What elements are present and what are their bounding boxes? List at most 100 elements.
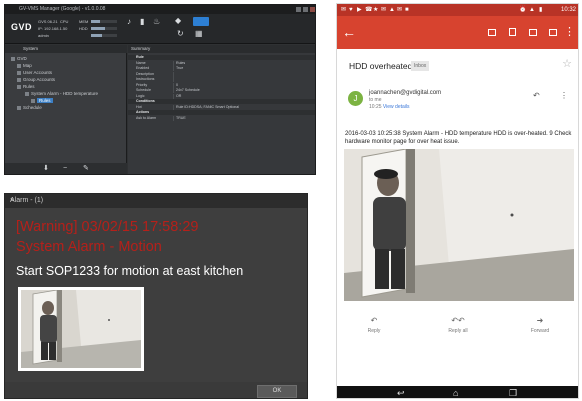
inbox-label-badge[interactable]: Inbox <box>411 61 430 71</box>
property-section-row[interactable]: Conditions <box>128 99 315 104</box>
more-vert-icon[interactable]: ⋮ <box>564 25 575 39</box>
tree-item-schedule[interactable]: Schedule <box>17 105 42 111</box>
tree-label: Map <box>23 63 32 68</box>
alarm-clock-icon: ⏰ <box>519 7 527 13</box>
reply-icon[interactable]: ↶ <box>533 91 540 100</box>
bell-icon[interactable]: ♨ <box>153 17 160 27</box>
property-value: TRUE <box>176 115 186 120</box>
forward-icon: ➜ <box>536 316 544 325</box>
property-row[interactable]: Priority 0 <box>128 82 315 88</box>
stat-hdd: HDD <box>79 26 88 31</box>
minimize-icon[interactable] <box>296 7 301 12</box>
notification-icon: ☎ <box>365 7 373 13</box>
mail-icon[interactable] <box>529 29 537 36</box>
column-divider <box>173 66 174 71</box>
ok-button[interactable]: OK <box>257 385 297 398</box>
tree-item-group-accounts[interactable]: Group Accounts <box>17 77 55 83</box>
reply-button[interactable]: ↶ Reply <box>349 316 399 335</box>
reply-icon: ↶ <box>370 316 378 325</box>
volume-icon[interactable]: ♪ <box>127 17 131 27</box>
view-details-link[interactable]: View details <box>383 104 410 110</box>
alarm-dialog: Alarm - (1) × [Warning] 03/02/15 17:58:2… <box>4 193 308 399</box>
more-vert-icon[interactable]: ⋮ <box>560 91 568 100</box>
edit-icon[interactable]: ✎ <box>83 164 89 174</box>
sent-time-line: 10:25 View details <box>369 104 410 111</box>
alarm-footer: OK <box>5 382 307 398</box>
tree-item-map[interactable]: Map <box>17 63 32 69</box>
property-value: Rules <box>176 60 186 65</box>
close-icon[interactable]: × <box>10 194 305 208</box>
notification-icon: ▶ <box>357 7 362 13</box>
close-icon[interactable] <box>310 7 315 12</box>
tree-item-rules[interactable]: Rules <box>17 84 35 90</box>
property-key: Description <box>136 71 154 76</box>
property-key: Name <box>136 60 146 65</box>
vms-manager-window: GV-VMS Manager (Google) - v1.0.0.08 GVD … <box>4 4 316 175</box>
stat-gvs: GVS 06.21 <box>38 19 58 24</box>
archive-icon[interactable] <box>488 29 496 36</box>
vms-window-title: GV-VMS Manager (Google) - v1.0.0.08 <box>19 6 106 12</box>
back-arrow-icon[interactable]: ← <box>342 24 356 40</box>
property-key: Ask to Alarm <box>136 115 157 120</box>
signal-icon: ▲ <box>529 7 535 13</box>
android-status-bar: ✉ ♥ ▶ ☎ ★ ✉ ▲ ✉ ■ ⏰ ▲ ▮ 10:32 <box>337 4 578 16</box>
tree-item-rules-selected[interactable]: Rules <box>31 98 53 104</box>
property-key: Priority <box>136 82 148 87</box>
property-value: 0 <box>176 82 178 87</box>
download-icon[interactable]: ⬇ <box>43 164 49 174</box>
tree-label: Rules <box>23 84 35 89</box>
email-subject: HDD overheated <box>349 61 413 71</box>
tree-item-hdd-rule[interactable]: System Alarm - HDD temperature <box>25 91 98 97</box>
tree-item-user-accounts[interactable]: User Accounts <box>17 70 52 76</box>
property-section-row[interactable]: Actions <box>128 110 315 115</box>
email-action-bar: ↶ Reply ↶↶ Reply all ➜ Forward <box>337 316 578 346</box>
alarm-type-line: System Alarm - Motion <box>16 239 162 255</box>
pin-icon[interactable]: ◆ <box>175 16 181 26</box>
property-key: Rule <box>136 55 144 59</box>
property-key: Schedule <box>136 88 151 92</box>
notification-icon: ▲ <box>389 7 395 13</box>
column-divider <box>173 71 174 77</box>
maximize-icon[interactable] <box>303 7 308 12</box>
property-row[interactable]: Enabled True <box>128 66 315 71</box>
property-value: Rule ID:HDDSA; FANIC Smart Optional <box>176 104 240 109</box>
gv-logo: GVD <box>11 22 33 32</box>
column-divider <box>173 88 174 93</box>
property-row[interactable]: Ask to Alarm TRUE <box>128 115 315 121</box>
star-icon[interactable]: ☆ <box>562 57 572 71</box>
property-key: Actions <box>136 110 150 114</box>
property-row[interactable]: Name Rules <box>128 60 315 66</box>
forward-label: Forward <box>530 328 550 334</box>
folder-icon[interactable] <box>549 29 557 36</box>
column-divider <box>173 82 174 88</box>
delete-icon[interactable] <box>509 28 516 36</box>
reply-all-button[interactable]: ↶↶ Reply all <box>433 316 483 335</box>
tree-item-root[interactable]: GVD <box>11 56 27 62</box>
nav-back-icon[interactable]: ↩ <box>397 387 405 398</box>
tree-label: Group Accounts <box>23 77 56 82</box>
property-row[interactable]: Logic OR <box>128 93 315 99</box>
column-divider <box>173 60 174 66</box>
notification-icon: ✉ <box>341 7 347 13</box>
forward-button[interactable]: ➜ Forward <box>515 316 565 335</box>
settings-button[interactable] <box>193 17 209 26</box>
status-time: 10:32 <box>560 7 576 13</box>
stat-user: admin <box>38 33 49 38</box>
signal-icon: ▮ <box>140 17 145 26</box>
vms-toolbar: GVD GVS 06.21 CPU IP: 192.168.1.50 admin… <box>5 14 315 44</box>
minus-icon[interactable]: − <box>63 164 67 174</box>
property-row[interactable]: Instructions <box>128 77 315 82</box>
tree-label: Schedule <box>23 105 42 110</box>
notification-icon: ♥ <box>349 7 353 13</box>
property-section-row[interactable]: Rule <box>128 55 315 60</box>
email-snapshot-image[interactable] <box>344 149 574 301</box>
property-row[interactable]: Hot Rule ID:HDDSA; FANIC Smart Optional <box>128 104 315 110</box>
nav-recents-icon[interactable]: ❐ <box>509 387 517 398</box>
property-row[interactable]: Schedule 24x7 Schedule <box>128 88 315 93</box>
layout-icon[interactable]: ▦ <box>195 29 203 39</box>
alarm-snapshot-image[interactable] <box>18 287 144 371</box>
property-row[interactable]: Description <box>128 71 315 77</box>
battery-icon: ▮ <box>539 7 543 13</box>
nav-home-icon[interactable]: ⌂ <box>453 387 458 398</box>
refresh-icon[interactable]: ↻ <box>177 29 184 39</box>
